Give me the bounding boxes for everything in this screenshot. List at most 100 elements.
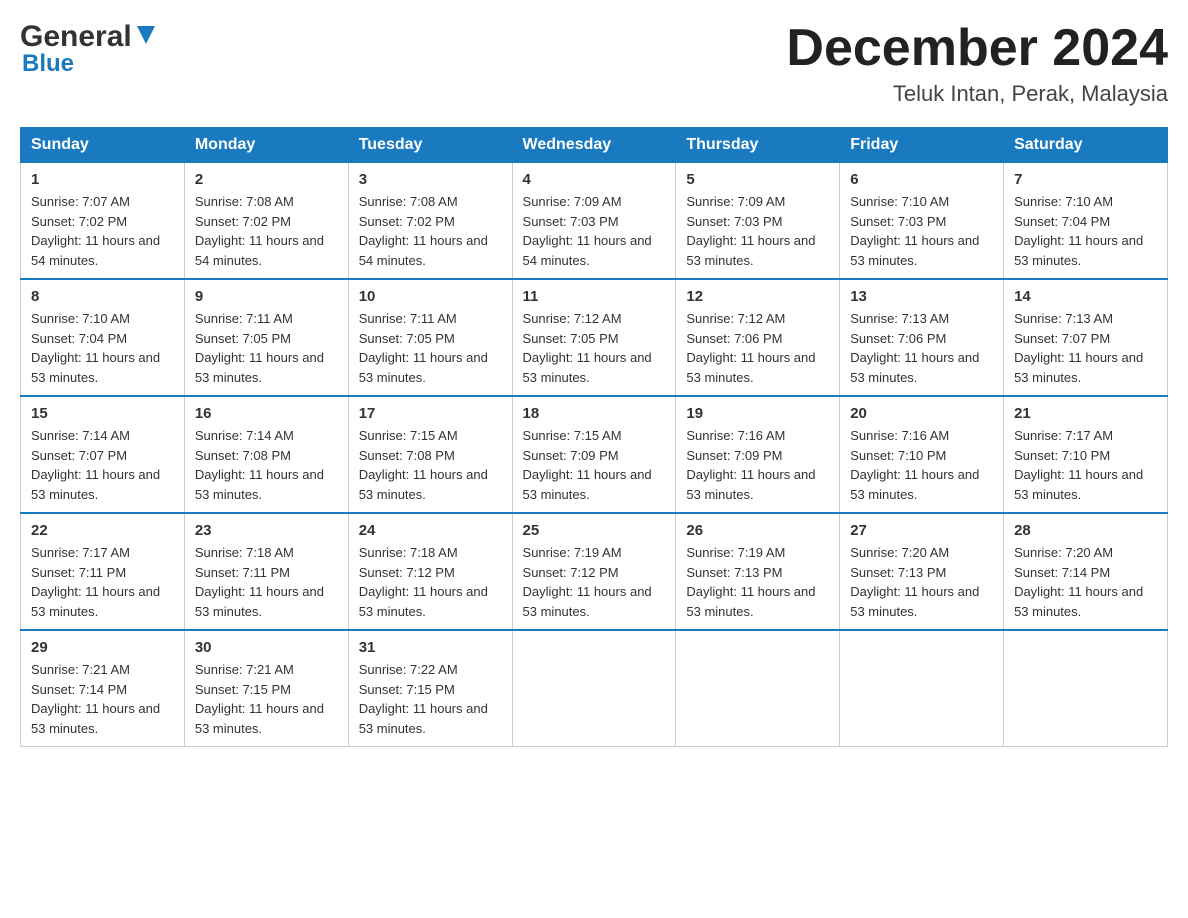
sunset-label: Sunset: 7:06 PM (686, 331, 782, 346)
daylight-label: Daylight: 11 hours and 54 minutes. (523, 233, 652, 268)
daylight-label: Daylight: 11 hours and 53 minutes. (195, 467, 324, 502)
sunrise-label: Sunrise: 7:10 AM (1014, 194, 1113, 209)
sunrise-label: Sunrise: 7:12 AM (523, 311, 622, 326)
day-info: Sunrise: 7:19 AM Sunset: 7:13 PM Dayligh… (686, 543, 829, 621)
sunset-label: Sunset: 7:09 PM (523, 448, 619, 463)
day-number: 20 (850, 405, 993, 422)
day-number: 24 (359, 522, 502, 539)
header-day-friday: Friday (840, 128, 1004, 163)
sunset-label: Sunset: 7:11 PM (195, 565, 290, 580)
sunset-label: Sunset: 7:10 PM (850, 448, 946, 463)
day-info: Sunrise: 7:09 AM Sunset: 7:03 PM Dayligh… (523, 192, 666, 270)
day-number: 27 (850, 522, 993, 539)
sunset-label: Sunset: 7:02 PM (195, 214, 291, 229)
day-number: 8 (31, 288, 174, 305)
sunset-label: Sunset: 7:03 PM (850, 214, 946, 229)
day-info: Sunrise: 7:17 AM Sunset: 7:11 PM Dayligh… (31, 543, 174, 621)
week-row-3: 15 Sunrise: 7:14 AM Sunset: 7:07 PM Dayl… (21, 396, 1168, 513)
day-number: 15 (31, 405, 174, 422)
daylight-label: Daylight: 11 hours and 53 minutes. (850, 350, 979, 385)
sunset-label: Sunset: 7:05 PM (195, 331, 291, 346)
daylight-label: Daylight: 11 hours and 53 minutes. (31, 584, 160, 619)
week-row-4: 22 Sunrise: 7:17 AM Sunset: 7:11 PM Dayl… (21, 513, 1168, 630)
week-row-2: 8 Sunrise: 7:10 AM Sunset: 7:04 PM Dayli… (21, 279, 1168, 396)
daylight-label: Daylight: 11 hours and 53 minutes. (1014, 350, 1143, 385)
sunrise-label: Sunrise: 7:15 AM (523, 428, 622, 443)
daylight-label: Daylight: 11 hours and 53 minutes. (31, 701, 160, 736)
header-day-saturday: Saturday (1004, 128, 1168, 163)
day-info: Sunrise: 7:08 AM Sunset: 7:02 PM Dayligh… (195, 192, 338, 270)
daylight-label: Daylight: 11 hours and 53 minutes. (523, 467, 652, 502)
daylight-label: Daylight: 11 hours and 53 minutes. (523, 350, 652, 385)
sunrise-label: Sunrise: 7:20 AM (850, 545, 949, 560)
day-info: Sunrise: 7:09 AM Sunset: 7:03 PM Dayligh… (686, 192, 829, 270)
calendar-table: SundayMondayTuesdayWednesdayThursdayFrid… (20, 127, 1168, 747)
logo-general-text: General (20, 20, 132, 54)
day-cell: 9 Sunrise: 7:11 AM Sunset: 7:05 PM Dayli… (184, 279, 348, 396)
sunset-label: Sunset: 7:14 PM (31, 682, 127, 697)
day-number: 19 (686, 405, 829, 422)
day-number: 25 (523, 522, 666, 539)
sunrise-label: Sunrise: 7:22 AM (359, 662, 458, 677)
sunset-label: Sunset: 7:04 PM (1014, 214, 1110, 229)
day-info: Sunrise: 7:16 AM Sunset: 7:09 PM Dayligh… (686, 426, 829, 504)
day-info: Sunrise: 7:15 AM Sunset: 7:08 PM Dayligh… (359, 426, 502, 504)
day-cell: 21 Sunrise: 7:17 AM Sunset: 7:10 PM Dayl… (1004, 396, 1168, 513)
sunrise-label: Sunrise: 7:18 AM (195, 545, 294, 560)
day-cell (676, 630, 840, 747)
day-cell: 24 Sunrise: 7:18 AM Sunset: 7:12 PM Dayl… (348, 513, 512, 630)
day-info: Sunrise: 7:12 AM Sunset: 7:05 PM Dayligh… (523, 309, 666, 387)
location-title: Teluk Intan, Perak, Malaysia (786, 81, 1168, 107)
week-row-1: 1 Sunrise: 7:07 AM Sunset: 7:02 PM Dayli… (21, 163, 1168, 280)
sunrise-label: Sunrise: 7:19 AM (686, 545, 785, 560)
day-info: Sunrise: 7:15 AM Sunset: 7:09 PM Dayligh… (523, 426, 666, 504)
header-day-thursday: Thursday (676, 128, 840, 163)
day-cell: 28 Sunrise: 7:20 AM Sunset: 7:14 PM Dayl… (1004, 513, 1168, 630)
sunset-label: Sunset: 7:12 PM (523, 565, 619, 580)
sunset-label: Sunset: 7:03 PM (523, 214, 619, 229)
day-info: Sunrise: 7:18 AM Sunset: 7:11 PM Dayligh… (195, 543, 338, 621)
calendar-header: SundayMondayTuesdayWednesdayThursdayFrid… (21, 128, 1168, 163)
sunrise-label: Sunrise: 7:18 AM (359, 545, 458, 560)
day-info: Sunrise: 7:08 AM Sunset: 7:02 PM Dayligh… (359, 192, 502, 270)
day-info: Sunrise: 7:10 AM Sunset: 7:04 PM Dayligh… (31, 309, 174, 387)
sunrise-label: Sunrise: 7:21 AM (195, 662, 294, 677)
day-number: 2 (195, 171, 338, 188)
day-cell: 30 Sunrise: 7:21 AM Sunset: 7:15 PM Dayl… (184, 630, 348, 747)
sunset-label: Sunset: 7:07 PM (31, 448, 127, 463)
day-cell: 19 Sunrise: 7:16 AM Sunset: 7:09 PM Dayl… (676, 396, 840, 513)
logo-blue-text: Blue (20, 50, 74, 78)
sunrise-label: Sunrise: 7:21 AM (31, 662, 130, 677)
daylight-label: Daylight: 11 hours and 53 minutes. (523, 584, 652, 619)
daylight-label: Daylight: 11 hours and 53 minutes. (359, 584, 488, 619)
daylight-label: Daylight: 11 hours and 53 minutes. (359, 350, 488, 385)
day-number: 21 (1014, 405, 1157, 422)
day-number: 9 (195, 288, 338, 305)
day-cell (840, 630, 1004, 747)
day-cell: 5 Sunrise: 7:09 AM Sunset: 7:03 PM Dayli… (676, 163, 840, 280)
day-number: 7 (1014, 171, 1157, 188)
sunrise-label: Sunrise: 7:09 AM (523, 194, 622, 209)
sunrise-label: Sunrise: 7:12 AM (686, 311, 785, 326)
sunrise-label: Sunrise: 7:20 AM (1014, 545, 1113, 560)
header-day-sunday: Sunday (21, 128, 185, 163)
header-row: SundayMondayTuesdayWednesdayThursdayFrid… (21, 128, 1168, 163)
day-cell: 31 Sunrise: 7:22 AM Sunset: 7:15 PM Dayl… (348, 630, 512, 747)
day-number: 3 (359, 171, 502, 188)
daylight-label: Daylight: 11 hours and 53 minutes. (359, 467, 488, 502)
day-cell: 12 Sunrise: 7:12 AM Sunset: 7:06 PM Dayl… (676, 279, 840, 396)
day-number: 29 (31, 639, 174, 656)
day-info: Sunrise: 7:07 AM Sunset: 7:02 PM Dayligh… (31, 192, 174, 270)
day-number: 26 (686, 522, 829, 539)
sunrise-label: Sunrise: 7:13 AM (1014, 311, 1113, 326)
sunrise-label: Sunrise: 7:16 AM (850, 428, 949, 443)
week-row-5: 29 Sunrise: 7:21 AM Sunset: 7:14 PM Dayl… (21, 630, 1168, 747)
day-cell: 11 Sunrise: 7:12 AM Sunset: 7:05 PM Dayl… (512, 279, 676, 396)
sunrise-label: Sunrise: 7:15 AM (359, 428, 458, 443)
day-cell: 2 Sunrise: 7:08 AM Sunset: 7:02 PM Dayli… (184, 163, 348, 280)
daylight-label: Daylight: 11 hours and 53 minutes. (1014, 584, 1143, 619)
day-cell: 26 Sunrise: 7:19 AM Sunset: 7:13 PM Dayl… (676, 513, 840, 630)
sunset-label: Sunset: 7:08 PM (359, 448, 455, 463)
daylight-label: Daylight: 11 hours and 53 minutes. (686, 233, 815, 268)
day-cell: 16 Sunrise: 7:14 AM Sunset: 7:08 PM Dayl… (184, 396, 348, 513)
